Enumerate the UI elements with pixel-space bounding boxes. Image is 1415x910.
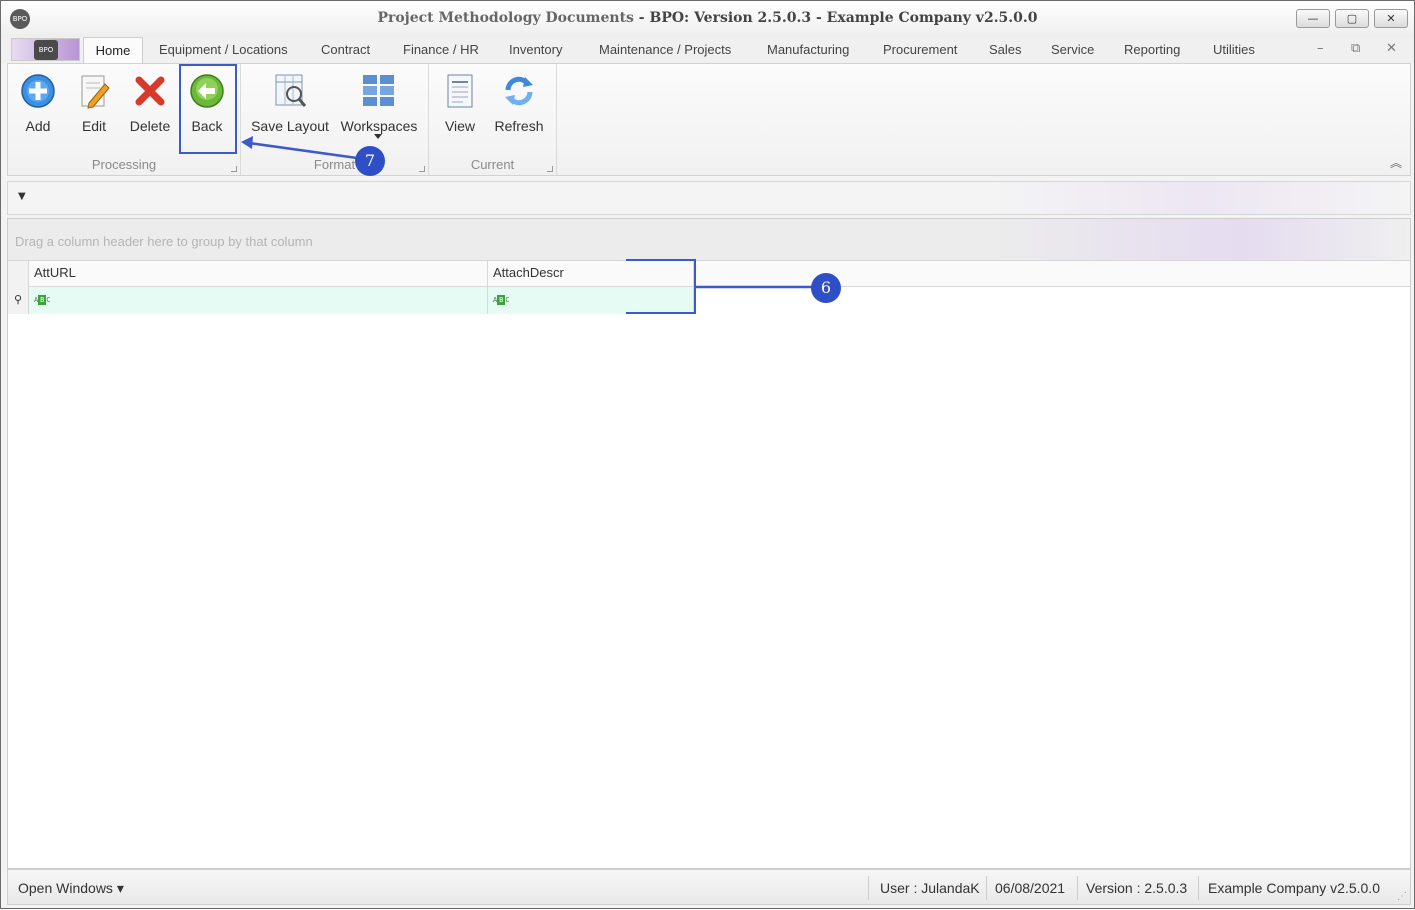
title-bar: BPO Project Methodology Documents - BPO:…: [1, 1, 1414, 37]
view-label: View: [444, 118, 476, 134]
status-company: Example Company v2.5.0.0: [1208, 880, 1380, 896]
data-grid: Drag a column header here to group by th…: [7, 218, 1411, 869]
tab-manufacturing[interactable]: Manufacturing: [767, 42, 849, 57]
add-icon: [21, 74, 55, 108]
column-header-row: AttURL AttachDescr: [8, 261, 1410, 287]
filter-bar: ▼: [7, 181, 1411, 215]
open-windows-button[interactable]: Open Windows ▾: [18, 880, 124, 897]
save-layout-label: Save Layout: [251, 118, 329, 134]
status-version: Version : 2.5.0.3: [1086, 880, 1188, 896]
group-current-label: Current: [470, 157, 515, 172]
close-button[interactable]: ✕: [1374, 9, 1408, 28]
tab-service[interactable]: Service: [1051, 42, 1094, 57]
text-filter-icon: ABC: [493, 295, 510, 305]
group-by-panel[interactable]: Drag a column header here to group by th…: [8, 219, 1410, 261]
view-icon: [447, 74, 473, 108]
callout-box-back: [179, 64, 237, 154]
filter-row-pin-icon: ⚲: [8, 287, 29, 314]
mdi-close-button[interactable]: ✕: [1386, 41, 1397, 56]
callout-box-columns: [626, 259, 696, 314]
delete-button[interactable]: Delete: [124, 68, 176, 136]
view-button[interactable]: View: [435, 68, 485, 136]
add-button[interactable]: Add: [12, 68, 64, 136]
row-indicator-header: [8, 261, 29, 287]
refresh-label: Refresh: [494, 118, 544, 134]
status-bar: Open Windows ▾ User : JulandaK 06/08/202…: [7, 869, 1411, 905]
workspaces-label: Workspaces: [340, 118, 418, 134]
application-window: BPO Project Methodology Documents - BPO:…: [0, 0, 1415, 909]
status-separator: [1198, 876, 1199, 900]
mdi-minimize-button[interactable]: –: [1317, 41, 1324, 56]
tab-reporting[interactable]: Reporting: [1124, 42, 1180, 57]
tab-procurement[interactable]: Procurement: [883, 42, 957, 57]
maximize-button[interactable]: ▢: [1335, 9, 1369, 28]
group-processing-label: Processing: [91, 157, 157, 172]
minimize-button[interactable]: —: [1296, 9, 1330, 28]
edit-label: Edit: [81, 118, 107, 134]
window-title: Project Methodology Documents - BPO: Ver…: [1, 10, 1414, 26]
title-document: Project Methodology Documents: [377, 10, 634, 26]
save-layout-icon: [275, 74, 307, 107]
status-user: User : JulandaK: [880, 880, 980, 896]
edit-icon: [81, 75, 110, 109]
filter-cell-atturl[interactable]: ABC: [29, 287, 488, 314]
delete-icon: [135, 76, 165, 106]
ribbon-tab-row: BPO Home Equipment / Locations Contract …: [1, 37, 1414, 64]
processing-launcher-icon[interactable]: [231, 166, 237, 172]
status-date: 06/08/2021: [995, 880, 1066, 896]
refresh-icon: [505, 76, 533, 106]
refresh-button[interactable]: Refresh: [489, 68, 549, 136]
workspaces-dropdown-icon[interactable]: [374, 134, 382, 139]
delete-label: Delete: [129, 118, 171, 134]
tab-home[interactable]: Home: [83, 37, 143, 64]
status-separator: [868, 876, 869, 900]
status-separator: [986, 876, 987, 900]
auto-filter-row: ⚲ ABC ABC: [8, 287, 694, 314]
callout-badge-back: 7: [355, 146, 385, 176]
format-launcher-icon[interactable]: [419, 166, 425, 172]
callout-badge-columns: 6: [811, 273, 841, 303]
application-menu-button[interactable]: BPO: [11, 38, 80, 61]
app-menu-logo-icon: BPO: [34, 40, 58, 60]
tab-equipment-locations[interactable]: Equipment / Locations: [159, 42, 288, 57]
current-launcher-icon[interactable]: [547, 166, 553, 172]
tab-utilities[interactable]: Utilities: [1213, 42, 1255, 57]
workspaces-icon: [363, 75, 394, 106]
column-header-atturl[interactable]: AttURL: [29, 261, 488, 287]
status-separator: [1077, 876, 1078, 900]
group-current: View Refresh Current: [429, 64, 557, 175]
add-label: Add: [25, 118, 51, 134]
mdi-restore-button[interactable]: ⧉: [1351, 41, 1360, 56]
group-format: Save Layout Workspaces Format: [241, 64, 429, 175]
tab-inventory[interactable]: Inventory: [509, 42, 562, 57]
tab-contract[interactable]: Contract: [321, 42, 370, 57]
text-filter-icon: ABC: [34, 295, 51, 305]
filter-toggle-icon[interactable]: ▼: [18, 191, 26, 202]
tab-sales[interactable]: Sales: [989, 42, 1022, 57]
workspaces-button[interactable]: Workspaces: [337, 68, 421, 139]
save-layout-button[interactable]: Save Layout: [247, 68, 333, 136]
title-app: BPO: Version 2.5.0.3 - Example Company v…: [649, 10, 1038, 26]
size-grip-icon[interactable]: ⋰: [1397, 891, 1407, 902]
group-format-label: Format: [313, 157, 356, 172]
title-separator: -: [633, 10, 650, 26]
group-by-hint: Drag a column header here to group by th…: [15, 234, 313, 249]
collapse-ribbon-icon[interactable]: ︽: [1390, 154, 1402, 171]
tab-maintenance-projects[interactable]: Maintenance / Projects: [599, 42, 731, 57]
edit-button[interactable]: Edit: [68, 68, 120, 136]
tab-finance-hr[interactable]: Finance / HR: [403, 42, 479, 57]
